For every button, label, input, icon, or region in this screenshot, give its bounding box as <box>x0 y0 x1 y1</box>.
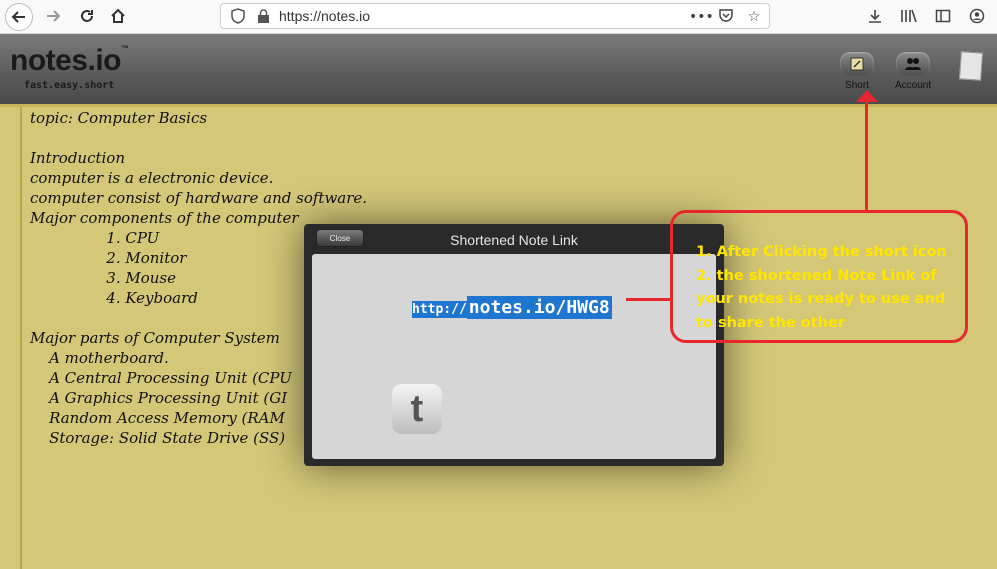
account-icon[interactable] <box>967 6 987 26</box>
account-button[interactable]: Account <box>895 52 931 91</box>
users-icon <box>896 52 931 76</box>
dialog-body: http:// notes.io/HWG8 t <box>312 254 716 459</box>
library-icon[interactable] <box>899 6 919 26</box>
pocket-icon[interactable] <box>717 7 735 27</box>
app-header: notes.io™ fast.easy.short Short Account … <box>0 34 997 107</box>
forward-button[interactable] <box>40 3 66 29</box>
margin-line <box>20 107 22 569</box>
short-link[interactable]: http:// notes.io/HWG8 <box>412 296 612 319</box>
twitter-icon: t <box>410 387 424 430</box>
home-icon <box>111 8 125 23</box>
arrow-right-icon <box>47 10 61 22</box>
short-button[interactable]: Short <box>840 52 874 91</box>
download-icon[interactable] <box>865 6 885 26</box>
address-bar[interactable]: https://notes.io ••• ☆ <box>220 3 770 29</box>
twitter-share-button[interactable]: t <box>392 384 442 434</box>
trademark: ™ <box>121 44 129 53</box>
notes-icon <box>959 51 984 81</box>
url-text[interactable]: https://notes.io <box>279 8 370 24</box>
note-line[interactable]: Introduction <box>30 148 367 168</box>
logo[interactable]: notes.io™ <box>10 44 129 78</box>
lock-icon[interactable] <box>257 9 270 24</box>
browser-toolbar: https://notes.io ••• ☆ <box>0 0 997 34</box>
reload-button[interactable] <box>74 3 100 29</box>
more-actions-icon[interactable]: ••• <box>689 9 714 25</box>
note-line[interactable] <box>30 128 367 148</box>
annotation-text: 1. After Clicking the short icon 2. the … <box>696 244 947 331</box>
annotation-arrow-vertical <box>865 100 868 210</box>
arrow-left-icon <box>11 11 25 23</box>
note-line[interactable]: computer consist of hardware and softwar… <box>30 188 367 208</box>
reload-icon <box>81 10 93 22</box>
annotation-arrow-horizontal <box>626 298 672 301</box>
back-button[interactable] <box>5 3 33 31</box>
link-prefix[interactable]: http:// <box>412 301 467 318</box>
note-line[interactable]: computer is a electronic device. <box>30 168 367 188</box>
my-notes-label: My Notes <box>950 84 993 95</box>
sidebar-icon[interactable] <box>933 6 953 26</box>
account-label: Account <box>895 80 932 91</box>
dialog-title: Shortened Note Link <box>450 232 578 248</box>
logo-text: notes.io <box>10 44 122 77</box>
shield-icon[interactable] <box>231 8 245 24</box>
tagline: fast.easy.short <box>24 80 115 91</box>
my-notes-button[interactable]: My Notes <box>950 51 993 95</box>
bookmark-star-icon[interactable]: ☆ <box>745 9 763 25</box>
note-icon <box>840 52 874 76</box>
home-button[interactable] <box>105 3 131 29</box>
link-main[interactable]: notes.io/HWG8 <box>466 296 612 319</box>
shortened-link-dialog: Close Shortened Note Link http:// notes.… <box>304 224 724 466</box>
note-line[interactable]: topic: Computer Basics <box>30 108 367 128</box>
